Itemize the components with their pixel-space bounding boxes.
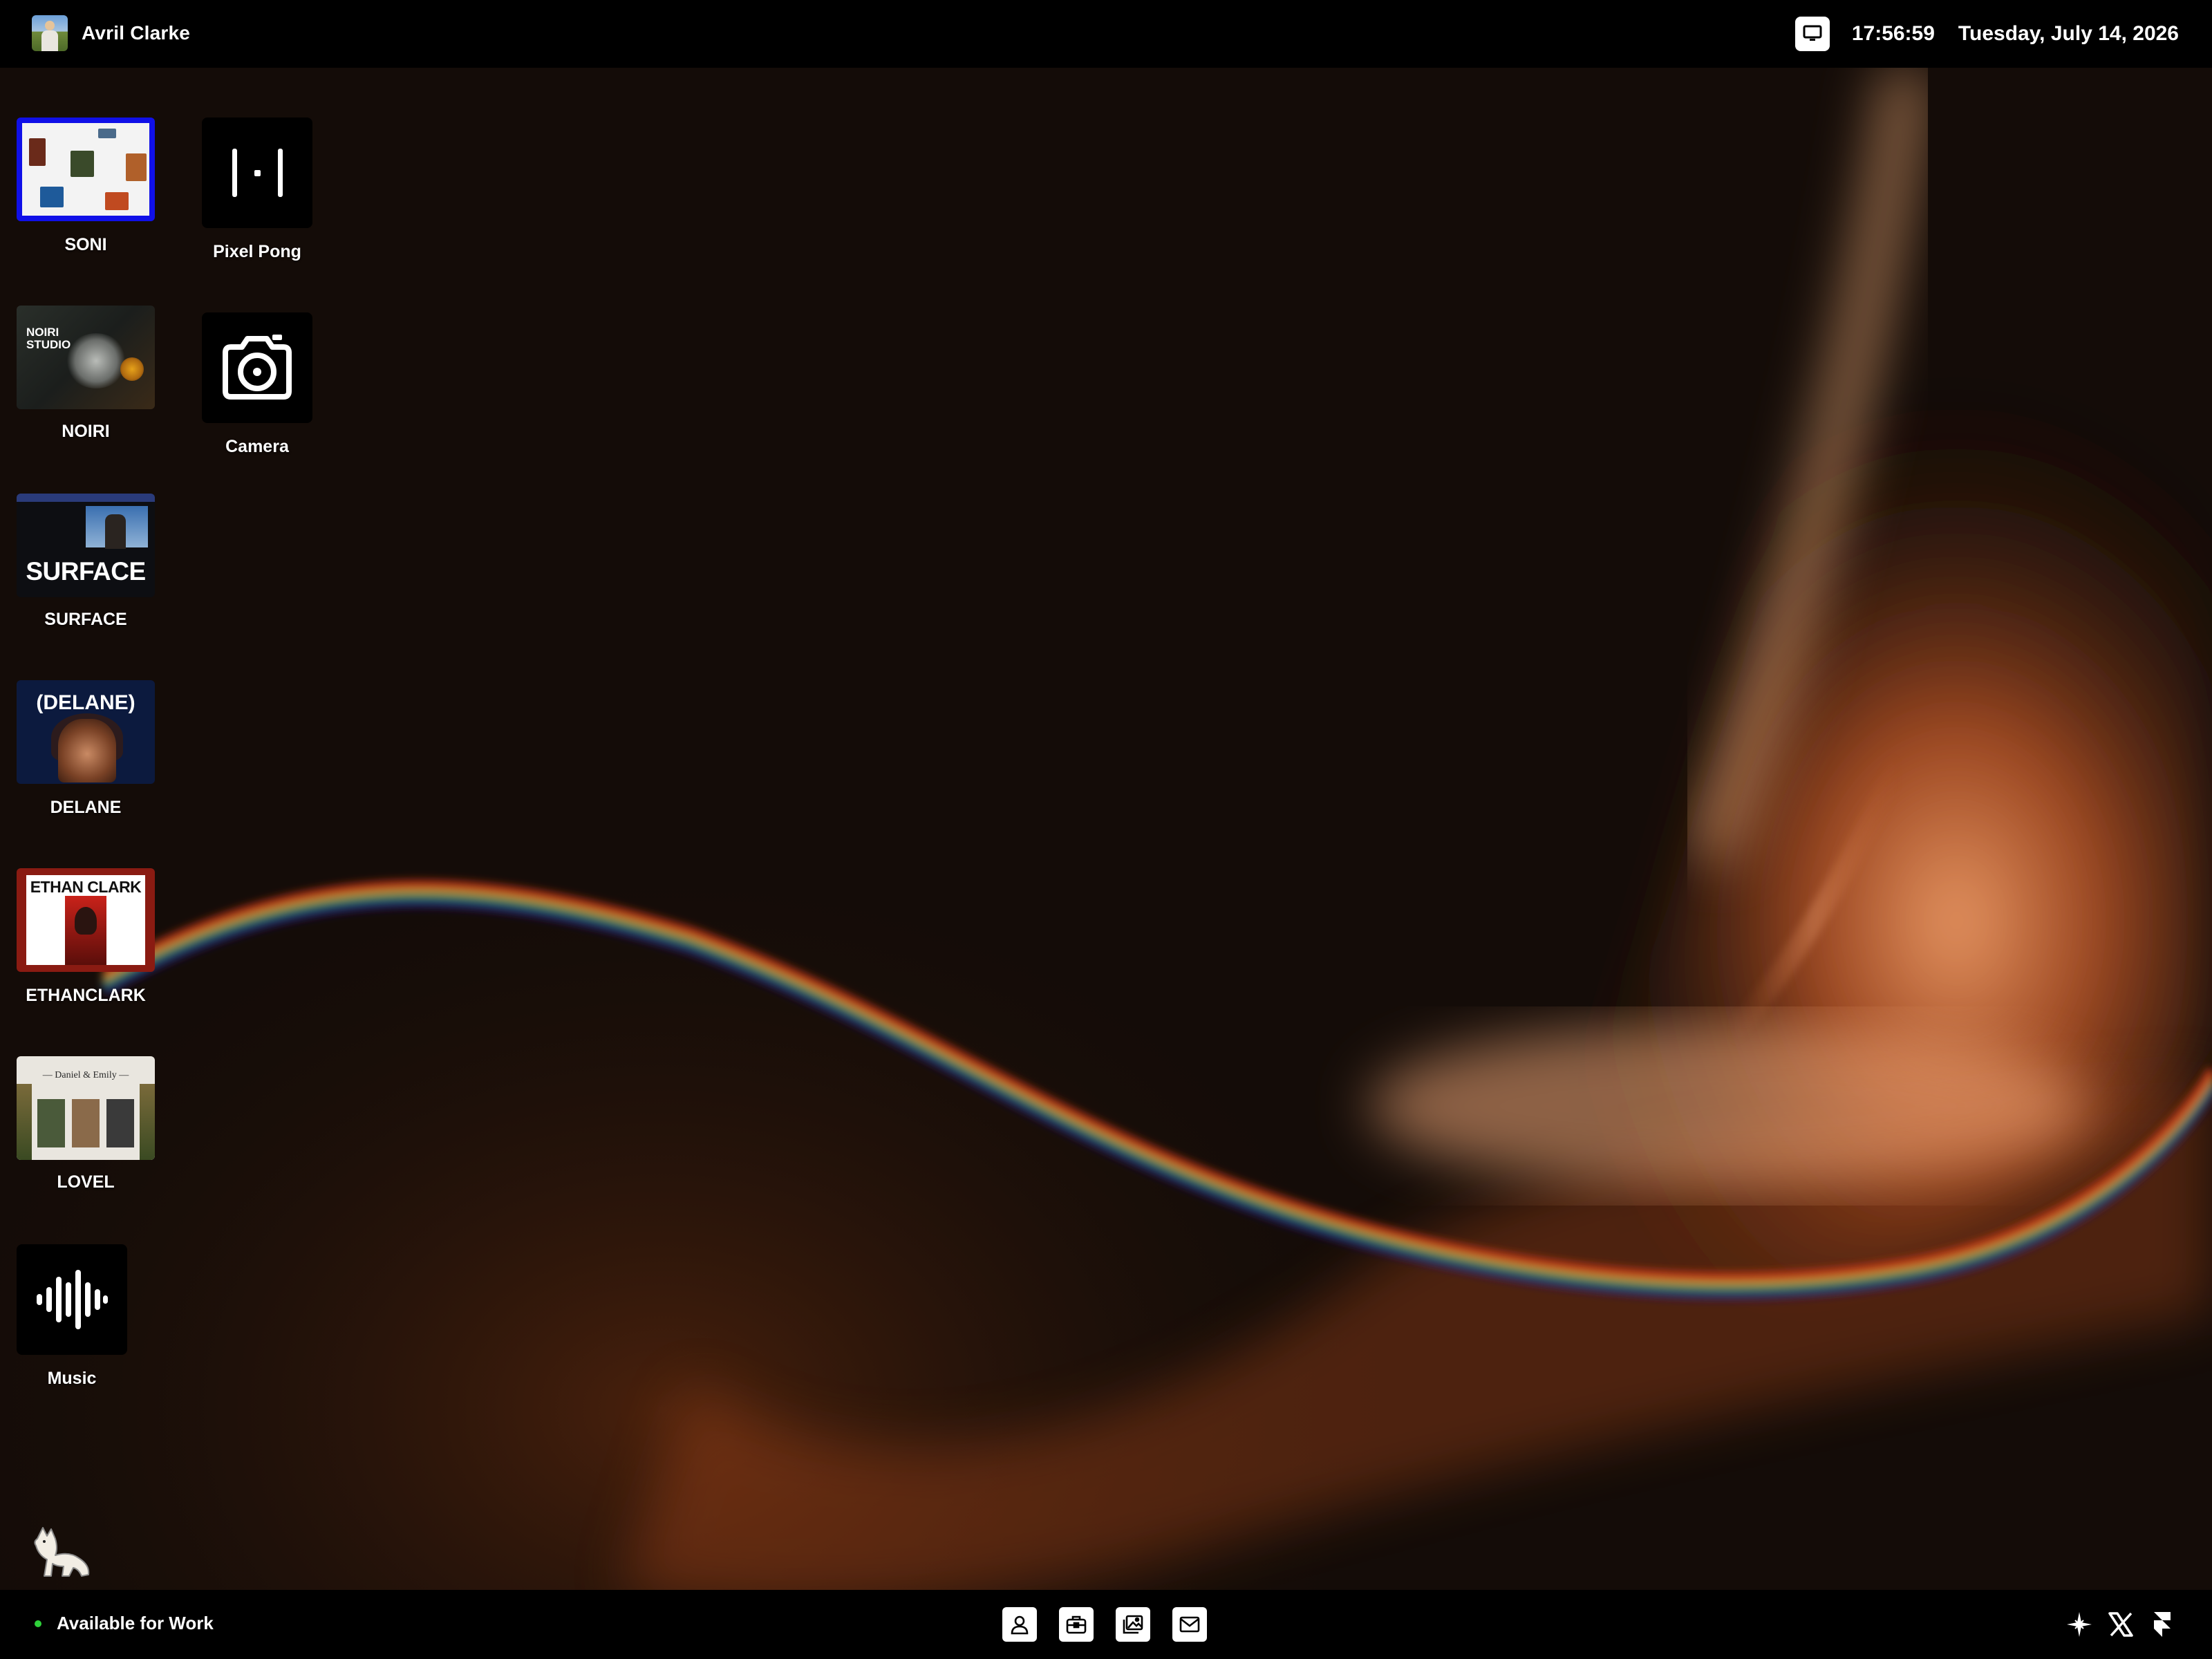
framer-logo-icon[interactable] (2147, 1609, 2177, 1640)
mail-icon[interactable] (1172, 1607, 1207, 1642)
desktop-icon-camera[interactable]: Camera (202, 312, 312, 465)
dock (1002, 1607, 1229, 1642)
desktop-icon-label: Pixel Pong (213, 242, 301, 261)
clock: 17:56:59 (1851, 22, 1935, 45)
lovel-site-preview: — Daniel & Emily — (17, 1056, 155, 1160)
social-links (2053, 1609, 2177, 1640)
desktop-icon-label: SONI (64, 235, 107, 254)
soni-site-preview (17, 118, 155, 221)
user-name: Avril Clarke (82, 22, 191, 44)
desktop-icon-soni[interactable]: SONI (17, 118, 155, 263)
delane-site-preview: (DELANE) (17, 680, 155, 784)
pong-icon (202, 118, 312, 228)
status-text: Available for Work (57, 1613, 214, 1633)
ethanclark-site-preview: ETHAN CLARK (17, 868, 155, 972)
desktop-icon-surface[interactable]: SURFACE SURFACE (17, 494, 155, 639)
desktop-icon-delane[interactable]: (DELANE) DELANE (17, 680, 155, 825)
desktop-icon-label: NOIRI (62, 422, 110, 441)
user-icon[interactable] (1002, 1607, 1037, 1642)
desktop-icon-label: Music (47, 1369, 97, 1388)
surface-thumb-title: SURFACE (26, 557, 146, 585)
sparkle-icon[interactable] (2064, 1609, 2094, 1640)
desktop-icon-label: Camera (225, 437, 289, 456)
briefcase-icon[interactable] (1059, 1607, 1094, 1642)
status-dot (35, 1620, 41, 1627)
camera-icon (202, 312, 312, 423)
desktop-icon-ethanclark[interactable]: ETHAN CLARK ETHANCLARK (17, 868, 155, 1013)
desktop-icon-music[interactable]: Music (17, 1244, 127, 1396)
bottom-bar: Available for Work (0, 1590, 2212, 1659)
desktop-icon-label: ETHANCLARK (26, 986, 146, 1005)
avatar[interactable] (32, 15, 68, 51)
top-bar: Avril Clarke 17:56:59 Tuesday, July 14, … (0, 0, 2212, 68)
desktop-icon-noiri[interactable]: NOIRI STUDIO NOIRI (17, 306, 155, 451)
gallery-icon[interactable] (1116, 1607, 1150, 1642)
noiri-thumb-title: NOIRI STUDIO (26, 326, 71, 351)
x-logo-icon[interactable] (2106, 1609, 2136, 1640)
lovel-thumb-title: — Daniel & Emily — (42, 1070, 129, 1080)
monitor-icon[interactable] (1794, 17, 1830, 51)
noiri-site-preview: NOIRI STUDIO (17, 306, 155, 409)
desktop-icon-pixel-pong[interactable]: Pixel Pong (202, 118, 312, 270)
waveform-icon (17, 1244, 127, 1355)
availability-status: Available for Work (35, 1613, 214, 1634)
desktop-icon-label: DELANE (50, 798, 122, 817)
dog-mascot-icon[interactable] (28, 1521, 94, 1582)
desktop-icon-label: SURFACE (44, 610, 127, 629)
ethanclark-thumb-title: ETHAN CLARK (30, 878, 142, 896)
user-profile[interactable]: Avril Clarke (32, 15, 190, 51)
date: Tuesday, July 14, 2026 (1958, 22, 2179, 45)
delane-thumb-title: (DELANE) (36, 691, 135, 714)
desktop-icon-label: LOVEL (57, 1172, 115, 1192)
surface-site-preview: SURFACE (17, 494, 155, 597)
desktop-icon-lovel[interactable]: — Daniel & Emily — LOVEL (17, 1056, 155, 1201)
